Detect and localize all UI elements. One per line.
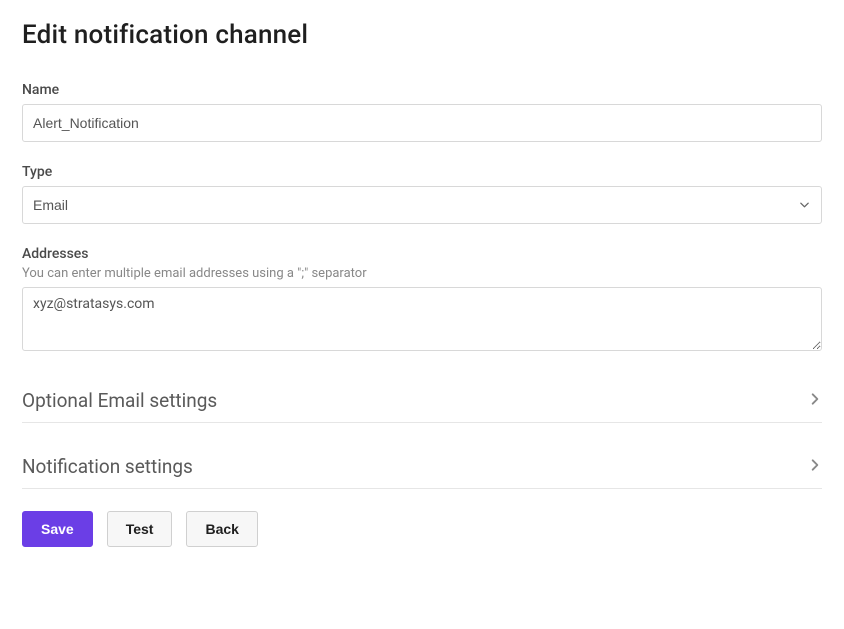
addresses-field-group: Addresses You can enter multiple email a…	[22, 246, 822, 355]
back-button[interactable]: Back	[186, 511, 257, 547]
name-field-group: Name	[22, 82, 822, 142]
type-field-group: Type Email	[22, 164, 822, 224]
type-select[interactable]: Email	[22, 186, 822, 224]
optional-email-settings-row[interactable]: Optional Email settings	[22, 377, 822, 423]
notification-settings-row[interactable]: Notification settings	[22, 443, 822, 489]
name-input[interactable]	[22, 104, 822, 142]
page-title: Edit notification channel	[22, 20, 822, 50]
chevron-right-icon	[808, 457, 822, 476]
type-label: Type	[22, 164, 822, 180]
name-label: Name	[22, 82, 822, 98]
button-row: Save Test Back	[22, 511, 822, 547]
save-button[interactable]: Save	[22, 511, 93, 547]
type-select-wrapper: Email	[22, 186, 822, 224]
addresses-hint: You can enter multiple email addresses u…	[22, 266, 822, 281]
optional-email-settings-title: Optional Email settings	[22, 389, 217, 412]
addresses-label: Addresses	[22, 246, 822, 262]
notification-settings-title: Notification settings	[22, 455, 193, 478]
test-button[interactable]: Test	[107, 511, 173, 547]
addresses-textarea[interactable]: xyz@stratasys.com	[22, 287, 822, 351]
chevron-right-icon	[808, 391, 822, 410]
